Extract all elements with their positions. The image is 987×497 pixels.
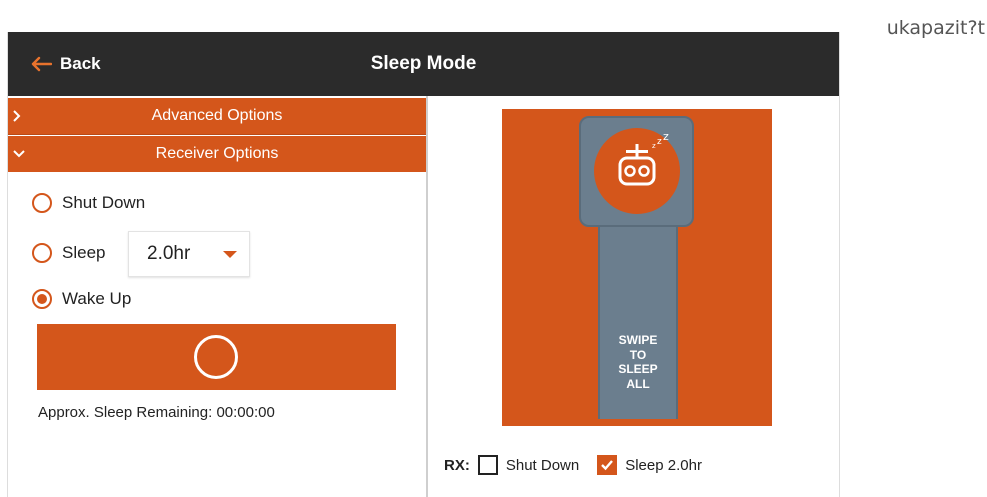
sleep-remaining: Approx. Sleep Remaining: 00:00:00 — [38, 404, 275, 421]
receiver-options-header[interactable]: Receiver Options — [8, 136, 426, 172]
shut-down-label: Shut Down — [62, 193, 146, 212]
shut-down-radio[interactable] — [32, 193, 52, 213]
wake-up-button[interactable] — [37, 324, 396, 390]
chevron-down-icon — [12, 136, 26, 172]
sleep-label: Sleep — [62, 243, 106, 262]
circle-icon — [194, 335, 238, 379]
wake-up-radio-option[interactable]: Wake Up — [32, 286, 131, 312]
wake-up-radio[interactable] — [32, 289, 52, 309]
corner-text: ukapazit?t — [837, 14, 987, 42]
rx-shut-down-label: Shut Down — [505, 456, 580, 474]
shut-down-radio-option[interactable]: Shut Down — [32, 190, 145, 216]
sleep-duration-select[interactable]: 2.0hr — [128, 231, 250, 277]
rx-label: RX: — [444, 456, 470, 474]
sleep-duration-value: 2.0hr — [147, 243, 191, 264]
wake-up-label: Wake Up — [62, 289, 132, 308]
advanced-options-label: Advanced Options — [151, 107, 283, 124]
rx-status-row: RX: Shut Down Sleep 2.0hr — [444, 453, 702, 477]
swipe-line: ALL — [626, 376, 650, 391]
app-window: Back Sleep Mode Advanced Options Receive… — [7, 32, 840, 497]
caret-down-icon — [223, 251, 237, 258]
svg-text:z: z — [657, 137, 662, 147]
swipe-instruction: SWIPE TO SLEEP ALL — [598, 333, 678, 391]
sleep-remaining-value: 00:00:00 — [216, 404, 275, 421]
chevron-right-icon — [12, 98, 22, 134]
remote-sleep-icon: z z z — [594, 128, 680, 214]
options-panel: Advanced Options Receiver Options Shut D… — [8, 96, 426, 497]
swipe-to-sleep-area: z z z SWIPE TO SLEEP ALL — [502, 109, 772, 426]
swipe-slider-handle[interactable]: z z z — [579, 116, 694, 227]
receiver-options-label: Receiver Options — [155, 145, 279, 162]
advanced-options-header[interactable]: Advanced Options — [8, 98, 426, 135]
page-title: Sleep Mode — [370, 53, 477, 74]
svg-text:z: z — [663, 130, 669, 143]
sleep-radio[interactable] — [32, 243, 52, 263]
top-bar: Back Sleep Mode — [8, 32, 839, 96]
swipe-panel: z z z SWIPE TO SLEEP ALL RX: Shut Down S… — [428, 96, 839, 497]
checkmark-icon — [601, 460, 614, 471]
swipe-line: SLEEP — [618, 362, 658, 376]
svg-text:z: z — [652, 142, 656, 150]
rx-sleep-checkbox[interactable] — [597, 455, 618, 475]
swipe-line: TO — [629, 347, 647, 362]
rx-sleep-label: Sleep 2.0hr — [625, 456, 702, 474]
swipe-line: SWIPE — [618, 333, 658, 347]
rx-shut-down-checkbox[interactable] — [477, 455, 498, 475]
sleep-radio-option[interactable]: Sleep — [32, 240, 105, 266]
sleep-remaining-label: Approx. Sleep Remaining: — [38, 404, 213, 421]
